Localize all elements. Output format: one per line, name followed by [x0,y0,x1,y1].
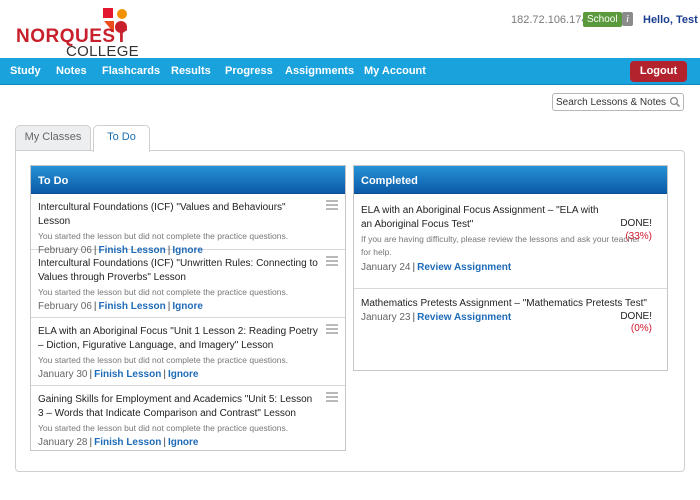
item-note: You started the lesson but did not compl… [38,355,289,365]
item-date: February 06 [38,301,92,312]
ignore-link[interactable]: Ignore [172,301,203,312]
drag-handle-icon[interactable] [326,324,338,334]
list-item: Gaining Skills for Employment and Academ… [31,386,345,450]
search-input[interactable] [556,95,666,109]
item-date: January 23 [361,312,411,323]
ignore-link[interactable]: Ignore [168,437,199,448]
item-date: January 28 [38,437,88,448]
item-footer: January 28 | Finish Lesson | Ignore [38,437,199,448]
todo-heading: To Do [31,166,345,194]
ignore-link[interactable]: Ignore [168,369,199,380]
item-title: Intercultural Foundations (ICF) "Unwritt… [38,258,318,283]
finish-lesson-link[interactable]: Finish Lesson [94,437,161,448]
search-icon[interactable] [669,96,681,108]
header: NORQUEST COLLEGE 182.72.106.174 School i… [0,0,700,60]
item-footer: January 23 | Review Assignment [361,312,512,323]
item-footer: January 24 | Review Assignment [361,262,512,273]
score: (33%) [625,231,652,242]
list-item: Mathematics Pretests Assignment – "Mathe… [354,289,667,353]
list-item: ELA with an Aboriginal Focus "Unit 1 Les… [31,318,345,386]
item-title: ELA with an Aboriginal Focus "Unit 1 Les… [38,326,318,351]
main-nav: Study Notes Flashcards Results Progress … [0,58,700,85]
item-note: You started the lesson but did not compl… [38,423,289,433]
drag-handle-icon[interactable] [326,392,338,402]
item-title: Intercultural Foundations (ICF) "Values … [38,202,286,227]
completion-status: DONE! [620,311,652,322]
item-title: Mathematics Pretests Assignment – "Mathe… [361,298,647,309]
nav-study[interactable]: Study [10,58,41,85]
review-assignment-link[interactable]: Review Assignment [417,312,511,323]
nav-notes[interactable]: Notes [56,58,87,85]
item-note: You started the lesson but did not compl… [38,231,289,241]
item-date: January 24 [361,262,411,273]
list-item: Intercultural Foundations (ICF) "Values … [31,194,345,256]
logout-button[interactable]: Logout [630,61,687,82]
nav-my-account[interactable]: My Account [364,58,426,85]
item-footer: February 06 | Finish Lesson | Ignore [38,301,203,312]
completed-column: Completed ELA with an Aboriginal Focus A… [353,165,668,371]
drag-handle-icon[interactable] [326,256,338,266]
finish-lesson-link[interactable]: Finish Lesson [99,301,166,312]
search-box [552,93,684,111]
list-item: ELA with an Aboriginal Focus Assignment … [354,194,667,289]
item-footer: January 30 | Finish Lesson | Ignore [38,369,199,380]
item-note: You started the lesson but did not compl… [38,287,289,297]
norquest-logo[interactable]: NORQUEST COLLEGE [16,6,156,60]
finish-lesson-link[interactable]: Finish Lesson [94,369,161,380]
todo-column: To Do Intercultural Foundations (ICF) "V… [30,165,346,451]
item-note: If you are having difficulty, please rev… [361,234,640,257]
user-greeting[interactable]: Hello, Test [643,14,698,26]
item-title: ELA with an Aboriginal Focus Assignment … [361,205,599,230]
item-date: January 30 [38,369,88,380]
info-icon[interactable]: i [622,12,633,26]
account-type-badge: School [583,12,622,27]
nav-flashcards[interactable]: Flashcards [102,58,160,85]
item-title: Gaining Skills for Employment and Academ… [38,394,313,419]
nav-results[interactable]: Results [171,58,211,85]
score: (0%) [630,323,652,334]
drag-handle-icon[interactable] [326,200,338,210]
tab-my-classes[interactable]: My Classes [15,125,91,151]
completion-status: DONE! [620,218,652,229]
ip-address: 182.72.106.174 [511,14,588,26]
review-assignment-link[interactable]: Review Assignment [417,262,511,273]
list-item: Intercultural Foundations (ICF) "Unwritt… [31,250,345,318]
nav-assignments[interactable]: Assignments [285,58,354,85]
nav-progress[interactable]: Progress [225,58,273,85]
completed-heading: Completed [354,166,667,194]
tab-to-do[interactable]: To Do [93,125,150,152]
